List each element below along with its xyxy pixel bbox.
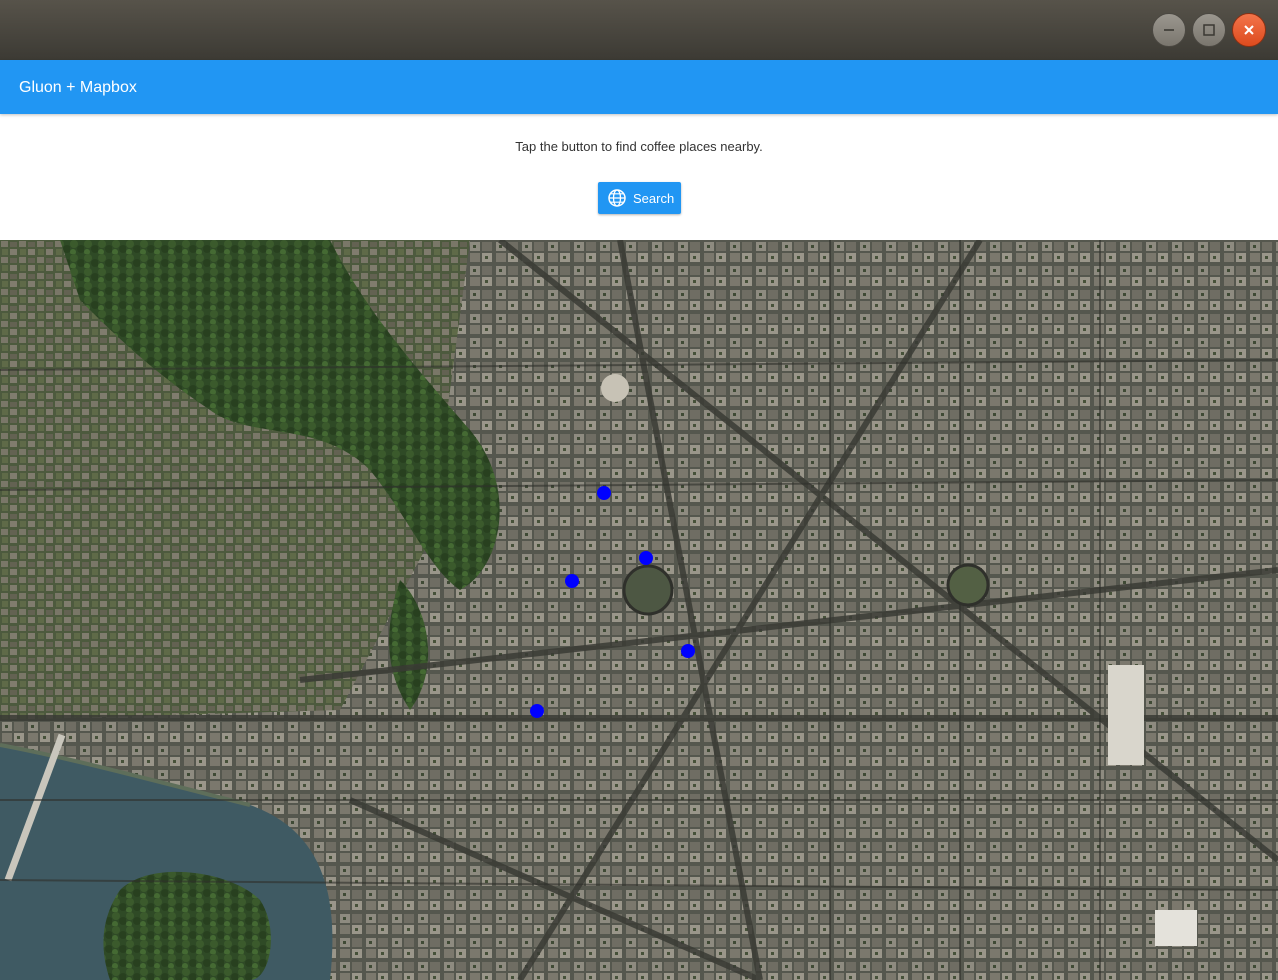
minimize-icon <box>1164 29 1174 31</box>
search-button[interactable]: Search <box>598 182 681 214</box>
coffee-marker-2[interactable] <box>639 551 653 565</box>
close-icon <box>1244 25 1254 35</box>
coffee-marker-5[interactable] <box>530 704 544 718</box>
satellite-map[interactable] <box>0 240 1278 980</box>
app-window: Gluon + Mapbox Tap the button to find co… <box>0 0 1278 980</box>
maximize-button[interactable] <box>1192 13 1226 47</box>
window-titlebar[interactable] <box>0 0 1278 60</box>
app-title: Gluon + Mapbox <box>19 79 137 96</box>
map-imagery <box>0 240 1278 980</box>
app-bar: Gluon + Mapbox <box>0 60 1278 114</box>
globe-icon <box>608 189 626 207</box>
instruction-text: Tap the button to find coffee places nea… <box>515 139 763 154</box>
minimize-button[interactable] <box>1152 13 1186 47</box>
search-panel: Tap the button to find coffee places nea… <box>0 114 1278 240</box>
search-button-label: Search <box>633 190 675 206</box>
maximize-icon <box>1203 24 1215 36</box>
close-button[interactable] <box>1232 13 1266 47</box>
coffee-marker-4[interactable] <box>681 644 695 658</box>
coffee-marker-3[interactable] <box>565 574 579 588</box>
coffee-marker-1[interactable] <box>597 486 611 500</box>
